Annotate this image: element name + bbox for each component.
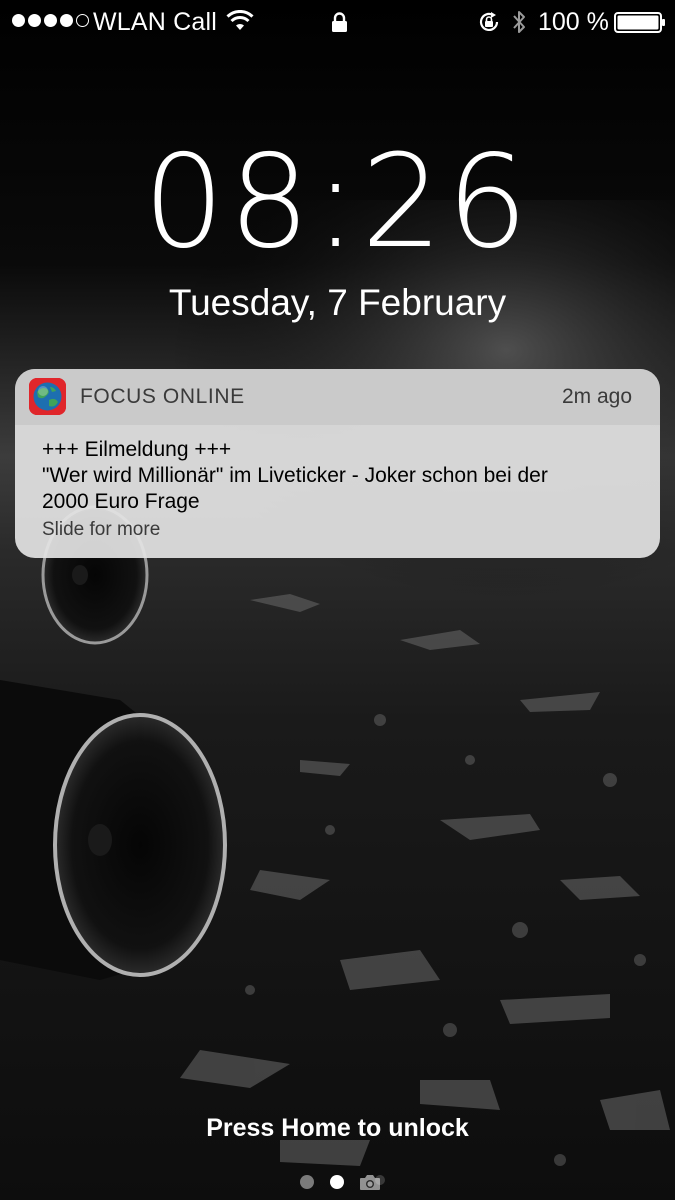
bluetooth-icon [513,11,525,33]
notification-card[interactable]: FOCUS ONLINE 2m ago +++ Eilmeldung +++ "… [15,369,660,558]
status-bar: WLAN Call 100 % [0,0,675,44]
carrier-name: WLAN Call [93,8,218,36]
signal-strength-icon [12,14,89,27]
notification-line: "Wer wird Millionär" im Liveticker - Jok… [42,464,548,487]
signal-dot-filled [12,14,25,27]
page-dot[interactable] [300,1175,314,1189]
focus-online-globe-icon [29,378,66,415]
signal-dot-filled [28,14,41,27]
wifi-icon [226,10,254,30]
lock-icon [332,12,347,32]
notification-app-name: FOCUS ONLINE [80,385,245,408]
notification-line: +++ Eilmeldung +++ [42,438,232,461]
lock-screen-time: 08:26 [143,128,532,277]
notification-header: FOCUS ONLINE 2m ago [15,369,660,425]
signal-dot-filled [60,14,73,27]
notification-line: 2000 Euro Frage [42,490,200,513]
battery-icon [614,12,665,33]
lock-screen-date: Tuesday, 7 February [168,282,507,323]
notification-time: 2m ago [561,385,632,408]
notification-slide-hint[interactable]: Slide for more [42,519,160,541]
camera-icon[interactable] [359,1173,381,1191]
page-dot-active[interactable] [330,1175,344,1189]
battery-percentage: 100 % [538,8,609,36]
rotation-lock-icon [479,12,499,31]
signal-dot-filled [44,14,57,27]
signal-dot-empty [76,14,89,27]
lock-screen: WLAN Call 100 % 08:26 Tuesday, 7 Februar… [0,0,675,1200]
notification-message: +++ Eilmeldung +++ "Wer wird Millionär" … [42,437,632,515]
unlock-hint: Press Home to unlock [206,1114,469,1142]
page-indicator[interactable] [298,1172,388,1192]
